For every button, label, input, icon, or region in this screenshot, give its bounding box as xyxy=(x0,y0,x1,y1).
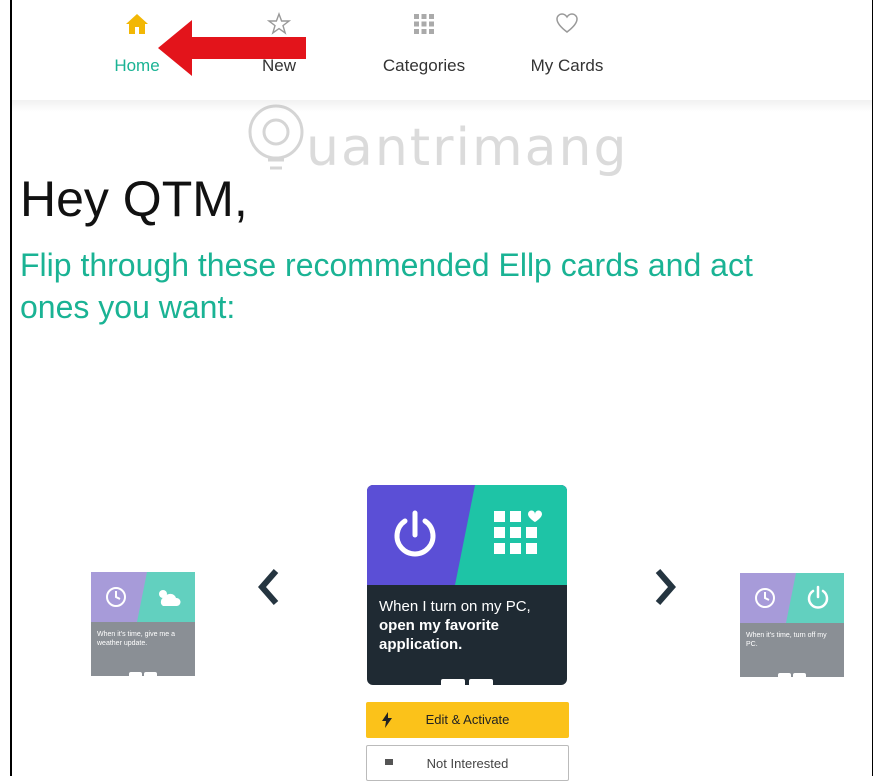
chevron-left-icon[interactable] xyxy=(256,568,282,606)
power-icon xyxy=(807,585,829,609)
app-grid-icon xyxy=(494,510,542,554)
clock-icon xyxy=(755,588,775,608)
edit-activate-button[interactable]: Edit & Activate xyxy=(366,702,569,738)
top-nav: Home New Categories My Cards xyxy=(12,0,872,104)
card-tabs xyxy=(441,679,493,685)
nav-item-categories[interactable]: Categories xyxy=(369,12,479,76)
power-icon xyxy=(394,510,436,557)
grid-icon xyxy=(369,12,479,42)
not-interested-label: Not Interested xyxy=(426,756,509,771)
card-caption-plain: When I turn on my PC, xyxy=(379,598,531,615)
subtitle-line-1: Flip through these recommended Ellp card… xyxy=(20,247,753,283)
card-caption: When I turn on my PC, open my favorite a… xyxy=(379,597,555,654)
nav-label-my-cards: My Cards xyxy=(530,56,604,75)
card-tabs xyxy=(778,673,806,677)
watermark-text: uantrimang xyxy=(306,118,629,178)
edit-activate-label: Edit & Activate xyxy=(425,712,510,727)
card-caption: When it's time, give me a weather update… xyxy=(97,631,175,647)
window-border-left xyxy=(10,0,12,776)
watermark: uantrimang xyxy=(246,100,666,190)
red-arrow-annotation xyxy=(158,20,306,76)
nav-label-categories: Categories xyxy=(382,56,466,75)
heart-icon xyxy=(512,12,622,42)
card-caption-bold: open my favorite application. xyxy=(379,617,500,653)
weather-cloud-icon xyxy=(159,590,181,606)
card-caption: When it's time, turn off my PC. xyxy=(746,632,827,648)
clock-icon xyxy=(106,587,126,607)
subtitle: Flip through these recommended Ellp card… xyxy=(20,244,870,328)
lightbulb-icon xyxy=(248,104,304,170)
card-weather-update[interactable]: When it's time, give me a weather update… xyxy=(91,572,195,676)
card-open-application[interactable]: When I turn on my PC, open my favorite a… xyxy=(367,485,567,685)
subtitle-line-2: ones you want: xyxy=(20,289,236,325)
card-tabs xyxy=(129,672,157,676)
greeting-heading: Hey QTM, xyxy=(20,171,248,227)
card-turn-off-pc[interactable]: When it's time, turn off my PC. xyxy=(740,573,844,677)
chevron-right-icon[interactable] xyxy=(652,568,678,606)
nav-item-my-cards[interactable]: My Cards xyxy=(512,12,622,76)
